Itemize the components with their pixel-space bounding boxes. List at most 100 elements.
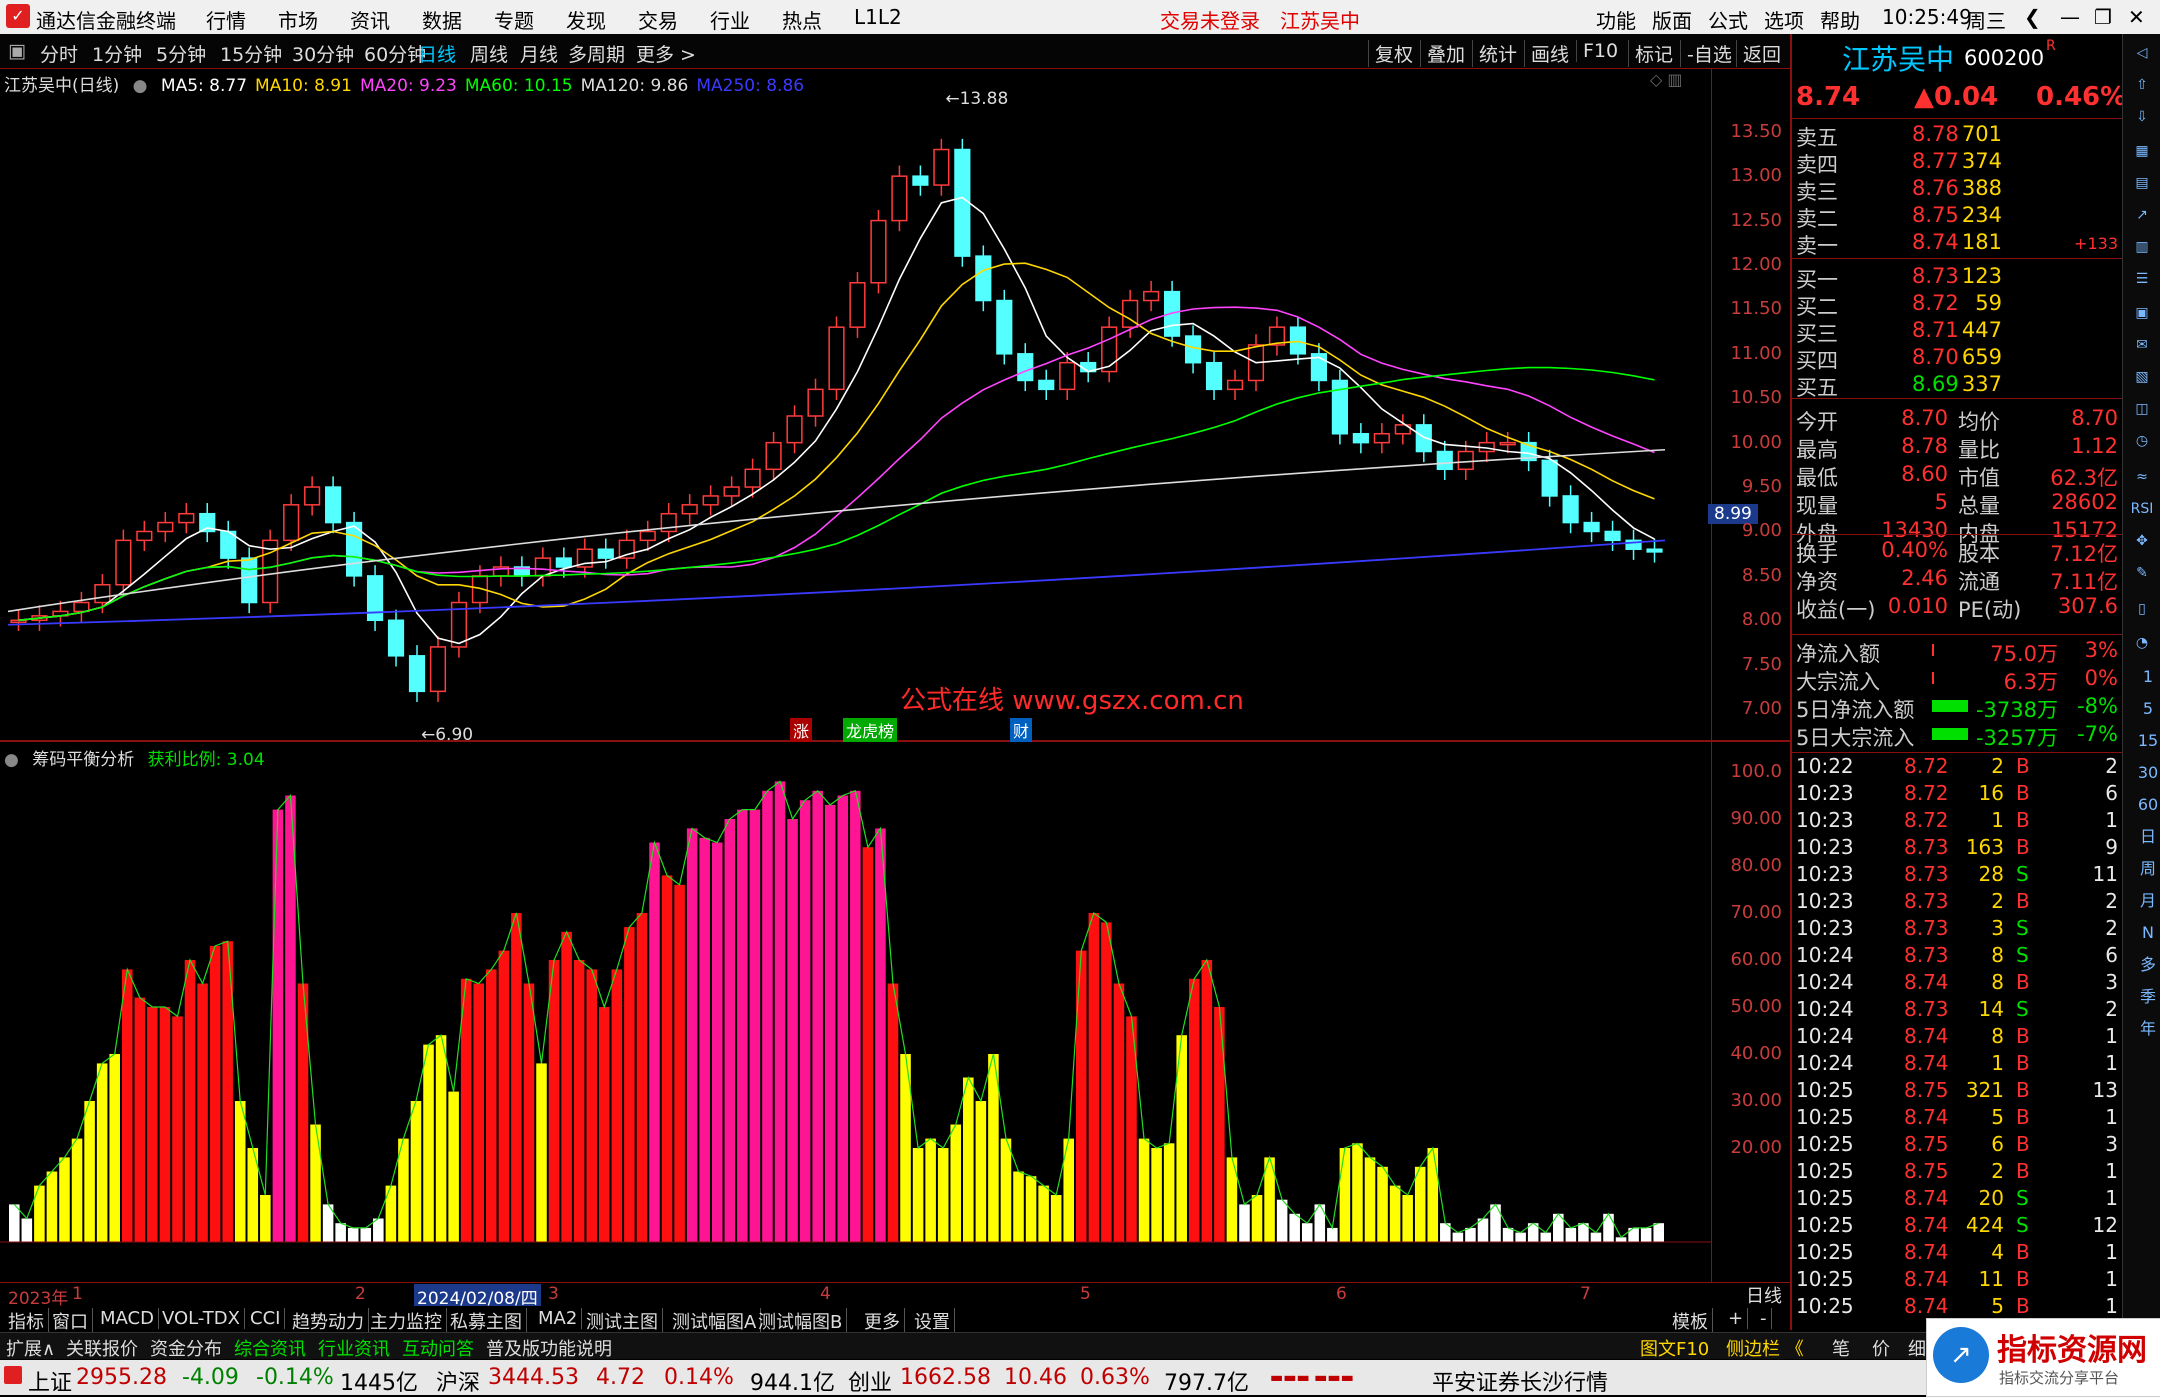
candle[interactable] [408,645,426,703]
indicator-tab[interactable]: 测试主图 [582,1308,663,1334]
chip-bar[interactable] [523,983,535,1243]
orderbook-buy-row[interactable]: 买三 8.71 447 [1792,318,2122,346]
period-60min[interactable]: 60分钟 [364,40,426,67]
info-tab[interactable]: 互动问答 [398,1335,478,1361]
candle[interactable] [996,289,1013,365]
chip-bar[interactable] [674,884,685,1242]
menu-hangye[interactable]: 行业 [710,5,750,34]
btn-huaxian[interactable]: 画线 [1524,40,1569,67]
candle[interactable] [1184,325,1202,374]
orderbook-buy-row[interactable]: 买五 8.69 337 [1792,372,2122,400]
period-shortcut[interactable]: 月 [2135,888,2160,914]
menu-gongneng[interactable]: 功能 [1596,5,1636,34]
tick-row[interactable]: 10:25 8.74 11 B 1 [1792,1267,2122,1294]
indicator-tab[interactable]: 窗口 [48,1308,93,1334]
fs-icon[interactable]: ◫ [2129,396,2155,422]
template-button[interactable]: + [1724,1308,1749,1329]
candle[interactable] [1520,431,1537,472]
tick-row[interactable]: 10:23 8.72 16 B 6 [1792,781,2122,808]
chip-bar[interactable] [624,927,635,1242]
tick-list[interactable]: 10:22 8.72 2 B 2 10:23 8.72 16 B 6 10:23 8.72 1 B 1 10:… [1792,754,2122,1334]
chip-bar[interactable] [1038,1185,1049,1242]
orderbook-buy-row[interactable]: 买二 8.72 59 [1792,291,2122,319]
candle[interactable] [933,138,950,196]
menu-zixun[interactable]: 资讯 [350,5,390,34]
chip-bar[interactable] [661,875,673,1242]
candle[interactable] [262,529,279,614]
chip-bar[interactable] [1603,1213,1614,1242]
chip-bar[interactable] [737,809,748,1242]
candle[interactable] [744,458,761,498]
grid-icon[interactable]: ▤ [2129,170,2155,196]
chip-bar[interactable] [561,931,572,1242]
chip-bar[interactable] [598,1007,610,1242]
chip-bar[interactable] [71,1138,83,1242]
info-tab[interactable]: 关联报价 [62,1335,142,1361]
chip-bar[interactable] [1414,1166,1426,1242]
chip-bar-plot[interactable] [0,742,1712,1282]
candle[interactable] [492,556,509,587]
menu-faxian[interactable]: 发现 [566,5,606,34]
chip-bar[interactable] [473,983,485,1243]
clock-icon[interactable]: ◷ [2129,428,2155,454]
idx-hs-name[interactable]: 沪深 [436,1365,480,1397]
chip-bar[interactable] [1364,1157,1376,1242]
candle[interactable] [975,245,992,312]
candle[interactable] [1101,316,1118,383]
menu-l1l2[interactable]: L1L2 [854,5,902,29]
chip-bar[interactable] [134,997,146,1242]
candle[interactable] [1352,423,1369,454]
chip-bar[interactable] [272,809,284,1242]
chip-bar[interactable] [711,842,723,1243]
btn-f10[interactable]: F10 [1576,40,1618,62]
btn-diejia[interactable]: 叠加 [1420,40,1465,67]
period-5min[interactable]: 5分钟 [156,40,206,67]
chip-bar[interactable] [96,1063,108,1242]
tick-row[interactable]: 10:25 8.74 20 S 1 [1792,1186,2122,1213]
candle[interactable] [1122,289,1139,338]
menu-banmian[interactable]: 版面 [1652,5,1692,34]
idx-sh-name[interactable]: 上证 [28,1365,72,1397]
chip-bar[interactable] [1151,1148,1162,1242]
orderbook-buy-row[interactable]: 买一 8.73 123 [1792,264,2122,292]
chip-bar[interactable] [799,800,811,1242]
menu-bangzhu[interactable]: 帮助 [1820,5,1860,34]
candle[interactable] [555,547,572,578]
minimize-icon[interactable]: — [2060,5,2080,29]
period-shortcut[interactable]: 年 [2135,1016,2160,1042]
info-tab[interactable]: 综合资讯 [230,1335,310,1361]
chip-bar[interactable] [448,1091,459,1242]
chip-bar[interactable] [1289,1213,1300,1242]
chip-bar[interactable] [460,978,472,1242]
chip-bar[interactable] [1402,1195,1413,1242]
chip-bar[interactable] [1327,1227,1338,1242]
chip-bar[interactable] [1389,1185,1401,1242]
candle[interactable] [304,476,321,516]
candle[interactable] [513,556,530,587]
period-monthly[interactable]: 月线 [520,40,558,67]
chip-bar[interactable] [925,1138,936,1242]
chip-bar[interactable] [1013,1171,1024,1243]
chip-bar[interactable] [937,1148,949,1242]
tick-row[interactable]: 10:25 8.75 2 B 1 [1792,1159,2122,1186]
info-tab-right[interactable]: 笔 [1828,1335,1854,1361]
chip-bar[interactable] [887,983,899,1243]
candle[interactable] [891,165,908,232]
chip-bar[interactable] [1251,1195,1263,1242]
period-shortcut[interactable]: 季 [2135,984,2160,1010]
menu-jiaoyi[interactable]: 交易 [638,5,678,34]
candle[interactable] [597,538,614,569]
chip-bar[interactable] [636,913,648,1242]
chip-bar[interactable] [260,1195,271,1242]
tick-row[interactable]: 10:25 8.74 5 B 1 [1792,1294,2122,1321]
menu-xuanxiang[interactable]: 选项 [1764,5,1804,34]
tick-row[interactable]: 10:24 8.74 8 B 1 [1792,1024,2122,1051]
orderbook-sell-row[interactable]: 卖五 8.78 701 [1792,122,2122,150]
menu-gongshi[interactable]: 公式 [1708,5,1748,34]
period-shortcut[interactable]: 15 [2135,728,2160,754]
chip-bar[interactable] [749,809,761,1242]
chip-bar[interactable] [410,1101,422,1242]
btn-biaoji[interactable]: 标记 [1628,40,1673,67]
chip-bar[interactable] [1101,922,1112,1242]
chip-bar[interactable] [1515,1232,1526,1242]
